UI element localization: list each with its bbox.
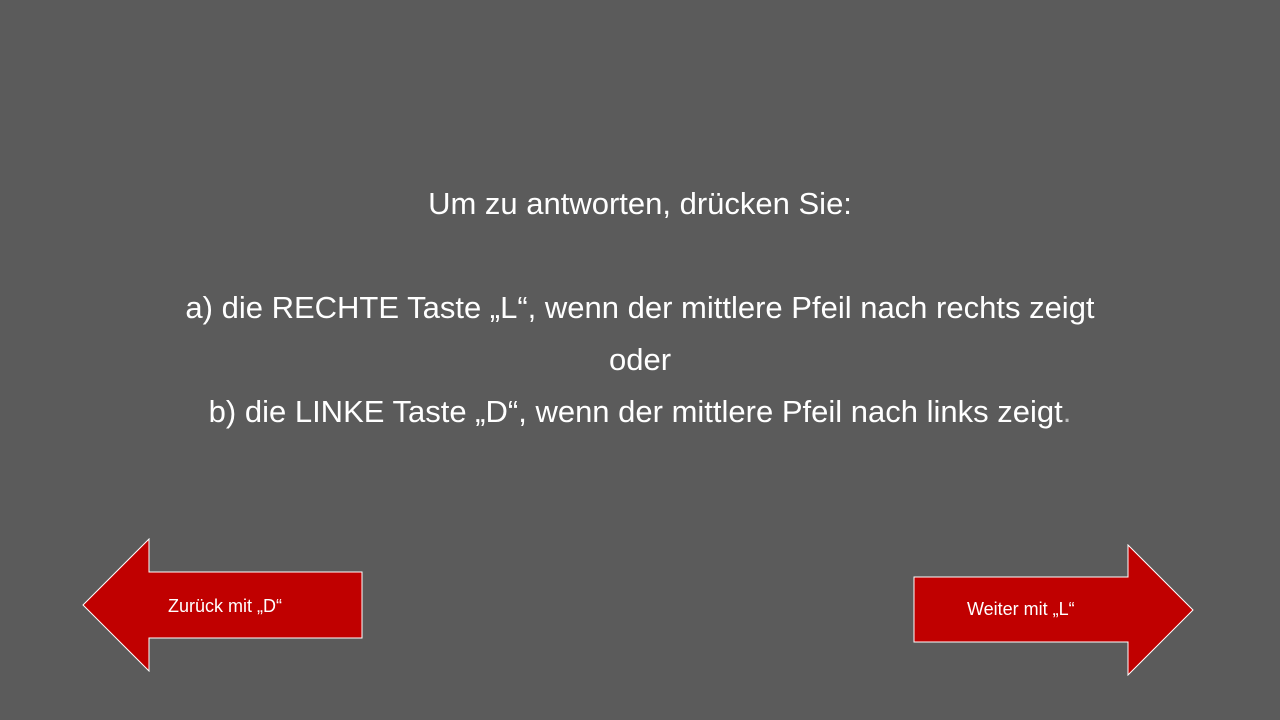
back-arrow-label: Zurück mit „D“ (168, 596, 282, 616)
instructions-option-b-period: . (1062, 394, 1072, 429)
next-arrow-label: Weiter mit „L“ (967, 599, 1075, 619)
instructions-spacer (0, 230, 1280, 282)
instructions-heading: Um zu antworten, drücken Sie: (428, 186, 852, 221)
instructions-option-a: a) die RECHTE Taste „L“, wenn der mittle… (185, 290, 1095, 325)
next-arrow-button[interactable]: Weiter mit „L“ (913, 544, 1195, 676)
instruction-slide: Um zu antworten, drücken Sie: a) die REC… (0, 0, 1280, 720)
instructions-option-b: b) die LINKE Taste „D“, wenn der mittler… (208, 394, 1063, 429)
instructions-block: Um zu antworten, drücken Sie: a) die REC… (0, 178, 1280, 438)
instructions-connector: oder (608, 342, 672, 377)
instructions-option-b-line: b) die LINKE Taste „D“, wenn der mittler… (0, 386, 1280, 438)
back-arrow-button[interactable]: Zurück mit „D“ (82, 538, 364, 672)
